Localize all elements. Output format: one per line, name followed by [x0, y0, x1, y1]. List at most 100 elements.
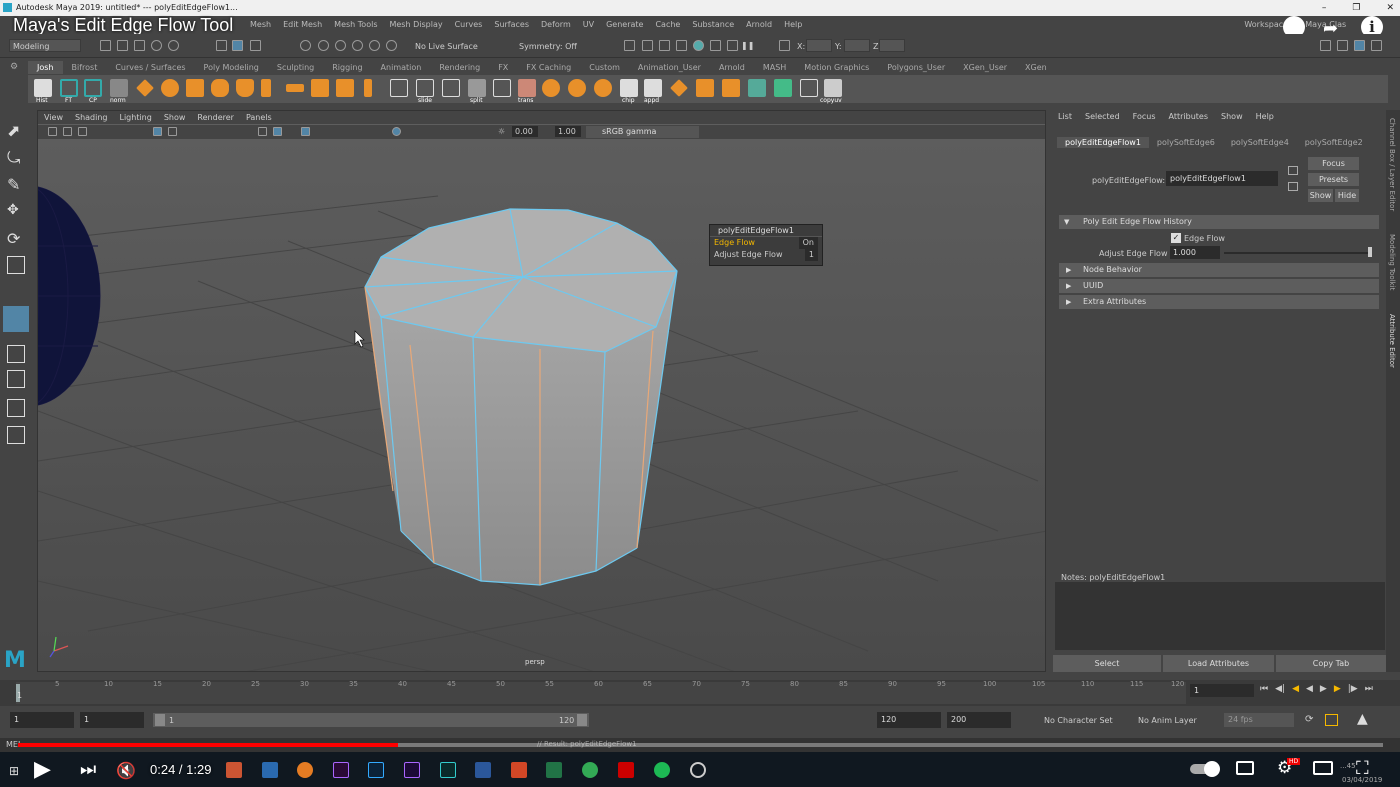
bridge-icon[interactable] — [311, 79, 329, 97]
select-by-hierarchy-icon[interactable] — [216, 40, 227, 51]
range-slider[interactable]: 1 120 — [153, 713, 589, 727]
shelf-tab-rendering[interactable]: Rendering — [430, 61, 489, 74]
hypershade-icon[interactable] — [676, 40, 687, 51]
ipr-render-icon[interactable] — [642, 40, 653, 51]
target-weld-icon[interactable] — [442, 79, 460, 97]
trans-shelf-button[interactable] — [518, 79, 536, 97]
norm-shelf-button[interactable] — [110, 79, 128, 97]
wireframe-icon[interactable] — [258, 127, 267, 136]
smooth-shade-icon[interactable] — [273, 127, 282, 136]
film-gate-icon[interactable] — [168, 127, 177, 136]
y-field[interactable] — [844, 39, 870, 52]
open-scene-icon[interactable] — [117, 40, 128, 51]
attr-menu-list[interactable]: List — [1058, 112, 1072, 121]
taskbar-excel-icon[interactable] — [546, 762, 562, 778]
video-progress-bar[interactable] — [18, 743, 1383, 747]
bevel-icon[interactable] — [286, 84, 304, 92]
viewport-persp[interactable]: View Shading Lighting Show Renderer Pane… — [37, 110, 1046, 672]
range-start-handle[interactable] — [155, 714, 165, 726]
tool-settings-icon[interactable] — [1371, 40, 1382, 51]
tab-polysoftedge4[interactable]: polySoftEdge4 — [1223, 137, 1297, 148]
smooth-icon[interactable] — [542, 79, 560, 97]
viewport-menu-show[interactable]: Show — [158, 111, 192, 124]
viewport-menu-panels[interactable]: Panels — [240, 111, 278, 124]
poly-plane-icon[interactable] — [136, 79, 154, 97]
subtitles-icon[interactable] — [1236, 761, 1254, 775]
poly-cylinder-icon[interactable] — [211, 79, 229, 97]
cp-shelf-button[interactable] — [84, 79, 102, 97]
hist-shelf-button[interactable] — [34, 79, 52, 97]
load-attributes-button[interactable]: Load Attributes — [1163, 655, 1274, 672]
menu-mesh-tools[interactable]: Mesh Tools — [334, 20, 377, 29]
render-view-icon[interactable] — [693, 40, 704, 51]
select-by-component-icon[interactable] — [232, 40, 243, 51]
split-shelf-button[interactable] — [468, 79, 486, 97]
separate-icon[interactable] — [364, 79, 372, 97]
redo-icon[interactable] — [168, 40, 179, 51]
undo-icon[interactable] — [151, 40, 162, 51]
side-tab-channel-box[interactable]: Channel Box / Layer Editor — [1388, 118, 1396, 211]
adjust-edge-flow-slider[interactable] — [1224, 252, 1372, 254]
shelf-tab-custom[interactable]: Custom — [580, 61, 629, 74]
scale-tool-icon[interactable] — [7, 256, 25, 274]
menu-curves[interactable]: Curves — [455, 20, 483, 29]
end-time-field[interactable]: 200 — [947, 712, 1011, 728]
taskbar-xbox-icon[interactable] — [582, 762, 598, 778]
attr-menu-attributes[interactable]: Attributes — [1169, 112, 1209, 121]
show-button[interactable]: Show — [1308, 189, 1333, 202]
auto-key-icon[interactable] — [1325, 714, 1338, 726]
shelf-tab-bifrost[interactable]: Bifrost — [63, 61, 107, 74]
play-backwards-icon[interactable]: ◀ — [1306, 684, 1313, 694]
expand-arrow-icon[interactable]: ▶ — [1066, 266, 1071, 274]
range-end-handle[interactable] — [577, 714, 587, 726]
expand-arrow-icon[interactable]: ▶ — [1066, 298, 1071, 306]
tab-polyeditedgeflow1[interactable]: polyEditEdgeFlow1 — [1057, 137, 1149, 148]
z-field[interactable] — [879, 39, 905, 52]
taskbar-photoshop-icon[interactable] — [368, 762, 384, 778]
step-back-key-icon[interactable]: ◀| — [1275, 684, 1285, 694]
single-perspective-layout-icon[interactable] — [7, 345, 25, 363]
input-connection-icon[interactable] — [1288, 166, 1298, 175]
section-extra-attributes[interactable]: Extra Attributes — [1059, 295, 1379, 309]
outliner-icon[interactable] — [7, 426, 25, 444]
fullscreen-icon[interactable]: ⛶ — [1356, 758, 1369, 779]
arnold-render-icon[interactable] — [710, 40, 721, 51]
slider-handle[interactable] — [1368, 247, 1372, 257]
shelf-tab-josh[interactable]: Josh — [28, 61, 63, 74]
reduce-icon[interactable] — [568, 79, 586, 97]
extrude-icon[interactable] — [261, 79, 271, 97]
snap-grid-icon[interactable] — [300, 40, 311, 51]
playback-end-field[interactable]: 120 — [877, 712, 941, 728]
checker-icon[interactable] — [800, 79, 818, 97]
snap-curve-icon[interactable] — [318, 40, 329, 51]
shelf-tab-motion-graphics[interactable]: Motion Graphics — [795, 61, 878, 74]
viewport-menu-lighting[interactable]: Lighting — [113, 111, 157, 124]
maximize-icon[interactable]: ❐ — [1352, 0, 1360, 16]
snap-view-icon[interactable] — [352, 40, 363, 51]
section-node-behavior[interactable]: Node Behavior — [1059, 263, 1379, 277]
attribute-editor-toggle-icon[interactable] — [1354, 40, 1365, 51]
extract-icon[interactable] — [722, 79, 740, 97]
camera-select-icon[interactable] — [48, 127, 57, 136]
taskbar-powerpoint-icon[interactable] — [511, 762, 527, 778]
character-set-dropdown[interactable]: No Character Set — [1044, 716, 1113, 725]
shelf-settings-icon[interactable]: ⚙ — [10, 62, 18, 72]
minimize-icon[interactable]: – — [1322, 0, 1327, 16]
shelf-tab-curves-surfaces[interactable]: Curves / Surfaces — [106, 61, 194, 74]
notes-field[interactable] — [1055, 582, 1385, 650]
mirror-icon[interactable] — [670, 79, 688, 97]
taskbar-app-1-icon[interactable] — [226, 762, 242, 778]
side-tab-modeling-toolkit[interactable]: Modeling Toolkit — [1388, 234, 1396, 290]
close-icon[interactable]: ✕ — [1386, 0, 1394, 16]
paint-select-icon[interactable]: ✎ — [7, 175, 25, 194]
slide-shelf-button[interactable] — [416, 79, 434, 97]
current-frame-field[interactable]: 1 — [1190, 684, 1254, 697]
side-tab-attribute-editor[interactable]: Attribute Editor — [1388, 314, 1396, 368]
viewport-menu-renderer[interactable]: Renderer — [191, 111, 240, 124]
menu-arnold[interactable]: Arnold — [746, 20, 772, 29]
four-view-layout-icon[interactable] — [7, 370, 25, 388]
anim-layer-dropdown[interactable]: No Anim Layer — [1138, 716, 1197, 725]
retopo-icon[interactable] — [594, 79, 612, 97]
duplicate-face-icon[interactable] — [696, 79, 714, 97]
isolate-select-icon[interactable] — [392, 127, 401, 136]
